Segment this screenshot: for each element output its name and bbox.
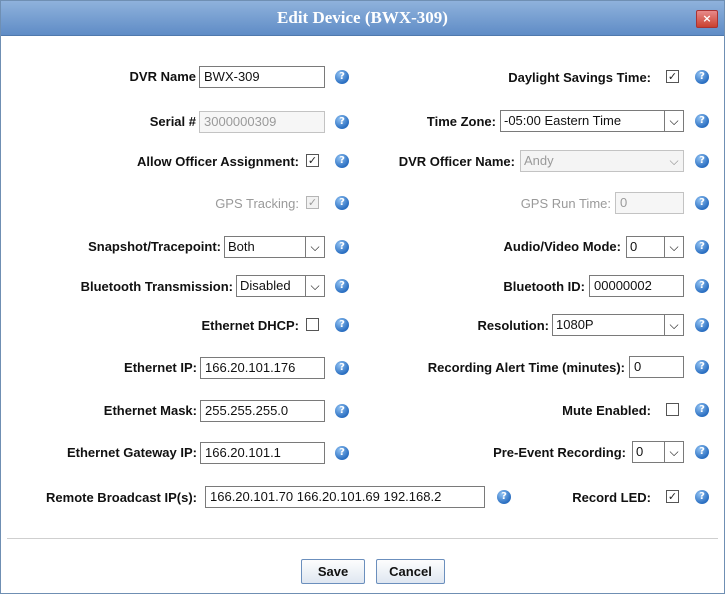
chevron-down-icon[interactable]: ⌵ [664, 442, 683, 462]
help-icon[interactable]: ? [695, 445, 709, 459]
resolution-value: 1080P [556, 317, 594, 332]
mute-enabled-checkbox[interactable] [666, 403, 679, 416]
ethernet-gateway-input[interactable]: 166.20.101.1 [200, 442, 325, 464]
bluetooth-id-input[interactable]: 00000002 [589, 275, 684, 297]
ethernet-dhcp-label: Ethernet DHCP: [201, 318, 299, 333]
allow-officer-checkbox[interactable]: ✓ [306, 154, 319, 167]
edit-device-dialog: Edit Device (BWX-309) × DVR Name BWX-309… [0, 0, 725, 594]
help-icon[interactable]: ? [335, 70, 349, 84]
help-icon[interactable]: ? [335, 196, 349, 210]
ethernet-ip-input[interactable]: 166.20.101.176 [200, 357, 325, 379]
remote-broadcast-input[interactable]: 166.20.101.70 166.20.101.69 192.168.2 [205, 486, 485, 508]
chevron-down-icon: ⌵ [665, 151, 683, 171]
pre-event-value: 0 [636, 444, 644, 459]
help-icon[interactable]: ? [695, 70, 709, 84]
time-zone-value: -05:00 Eastern Time [504, 113, 622, 128]
help-icon[interactable]: ? [335, 318, 349, 332]
help-icon[interactable]: ? [695, 279, 709, 293]
snapshot-value: Both [228, 239, 255, 254]
resolution-select[interactable]: 1080P ⌵ [552, 314, 684, 336]
ethernet-dhcp-checkbox[interactable] [306, 318, 319, 331]
recording-alert-input[interactable]: 0 [629, 356, 684, 378]
chevron-down-icon[interactable]: ⌵ [305, 237, 324, 257]
pre-event-select[interactable]: 0 ⌵ [632, 441, 684, 463]
serial-label: Serial # [149, 114, 196, 129]
help-icon[interactable]: ? [335, 240, 349, 254]
resolution-label: Resolution: [477, 318, 550, 333]
gps-run-time-label: GPS Run Time: [520, 196, 611, 211]
daylight-savings-checkbox[interactable]: ✓ [666, 70, 679, 83]
help-icon[interactable]: ? [497, 490, 511, 504]
dvr-name-input[interactable]: BWX-309 [199, 66, 325, 88]
dialog-title: Edit Device (BWX-309) [277, 8, 448, 27]
ethernet-mask-input[interactable]: 255.255.255.0 [200, 400, 325, 422]
help-icon[interactable]: ? [335, 446, 349, 460]
dialog-titlebar[interactable]: Edit Device (BWX-309) × [1, 1, 724, 36]
close-icon[interactable]: × [696, 10, 718, 28]
help-icon[interactable]: ? [695, 360, 709, 374]
help-icon[interactable]: ? [695, 114, 709, 128]
help-icon[interactable]: ? [695, 318, 709, 332]
help-icon[interactable]: ? [335, 154, 349, 168]
gps-run-time-input: 0 [615, 192, 684, 214]
bluetooth-transmission-label: Bluetooth Transmission: [80, 279, 233, 294]
ethernet-mask-label: Ethernet Mask: [103, 403, 197, 418]
bluetooth-transmission-value: Disabled [240, 278, 291, 293]
dvr-officer-select: Andy ⌵ [520, 150, 684, 172]
recording-alert-label: Recording Alert Time (minutes): [427, 360, 625, 375]
remote-broadcast-label: Remote Broadcast IP(s): [46, 490, 197, 505]
help-icon[interactable]: ? [335, 361, 349, 375]
ethernet-ip-label: Ethernet IP: [124, 360, 197, 375]
mute-enabled-label: Mute Enabled: [562, 403, 651, 418]
daylight-savings-label: Daylight Savings Time: [508, 70, 651, 85]
save-button[interactable]: Save [301, 559, 365, 584]
help-icon[interactable]: ? [335, 279, 349, 293]
bluetooth-id-label: Bluetooth ID: [503, 279, 585, 294]
allow-officer-label: Allow Officer Assignment: [136, 154, 299, 169]
audio-video-mode-value: 0 [630, 239, 638, 254]
serial-input: 3000000309 [199, 111, 325, 133]
help-icon[interactable]: ? [695, 240, 709, 254]
time-zone-label: Time Zone: [426, 114, 496, 129]
time-zone-select[interactable]: -05:00 Eastern Time ⌵ [500, 110, 684, 132]
dvr-name-label: DVR Name [129, 69, 196, 84]
record-led-checkbox[interactable]: ✓ [666, 490, 679, 503]
chevron-down-icon[interactable]: ⌵ [664, 111, 683, 131]
audio-video-mode-select[interactable]: 0 ⌵ [626, 236, 684, 258]
bluetooth-transmission-select[interactable]: Disabled ⌵ [236, 275, 325, 297]
help-icon[interactable]: ? [695, 490, 709, 504]
help-icon[interactable]: ? [695, 154, 709, 168]
record-led-label: Record LED: [572, 490, 651, 505]
help-icon[interactable]: ? [335, 404, 349, 418]
gps-tracking-checkbox: ✓ [306, 196, 319, 209]
dvr-officer-value: Andy [524, 153, 554, 168]
cancel-button[interactable]: Cancel [376, 559, 445, 584]
chevron-down-icon[interactable]: ⌵ [305, 276, 324, 296]
pre-event-label: Pre-Event Recording: [493, 445, 626, 460]
snapshot-label: Snapshot/Tracepoint: [88, 239, 221, 254]
dvr-officer-label: DVR Officer Name: [398, 154, 515, 169]
audio-video-mode-label: Audio/Video Mode: [503, 239, 621, 254]
gps-tracking-label: GPS Tracking: [215, 196, 299, 211]
chevron-down-icon[interactable]: ⌵ [664, 237, 683, 257]
help-icon[interactable]: ? [695, 196, 709, 210]
help-icon[interactable]: ? [335, 115, 349, 129]
footer-divider [7, 538, 718, 539]
help-icon[interactable]: ? [695, 403, 709, 417]
chevron-down-icon[interactable]: ⌵ [664, 315, 683, 335]
snapshot-select[interactable]: Both ⌵ [224, 236, 325, 258]
ethernet-gateway-label: Ethernet Gateway IP: [66, 445, 197, 460]
